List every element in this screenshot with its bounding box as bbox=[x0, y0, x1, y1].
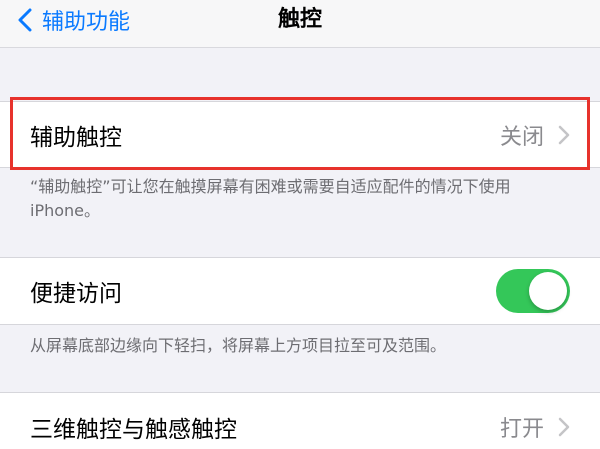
chevron-right-icon bbox=[558, 417, 570, 437]
3d-touch-label: 三维触控与触感触控 bbox=[30, 417, 237, 443]
assistive-touch-row[interactable]: 辅助触控 关闭 bbox=[0, 101, 600, 168]
3d-touch-value: 打开 bbox=[499, 417, 544, 442]
toggle-knob bbox=[529, 272, 567, 310]
back-button-label: 辅助功能 bbox=[42, 10, 131, 35]
chevron-right-icon bbox=[558, 125, 570, 144]
back-button[interactable]: 辅助功能 bbox=[18, 4, 130, 36]
reachability-row: 便捷访问 bbox=[0, 257, 600, 325]
3d-touch-row[interactable]: 三维触控与触感触控 打开 bbox=[0, 392, 600, 449]
chevron-left-icon bbox=[18, 8, 32, 32]
assistive-touch-footer: “辅助触控”可让您在触摸屏幕有困难或需要自适应配件的情况下使用 iPhone。 bbox=[30, 177, 511, 220]
assistive-touch-label: 辅助触控 bbox=[30, 124, 122, 151]
navigation-bar: 辅助功能 触控 bbox=[0, 0, 600, 48]
reachability-footer: 从屏幕底部边缘向下轻扫，将屏幕上方项目拉至可及范围。 bbox=[30, 336, 447, 355]
assistive-touch-value: 关闭 bbox=[499, 124, 544, 150]
reachability-label: 便捷访问 bbox=[30, 281, 122, 307]
reachability-toggle[interactable] bbox=[496, 269, 570, 313]
